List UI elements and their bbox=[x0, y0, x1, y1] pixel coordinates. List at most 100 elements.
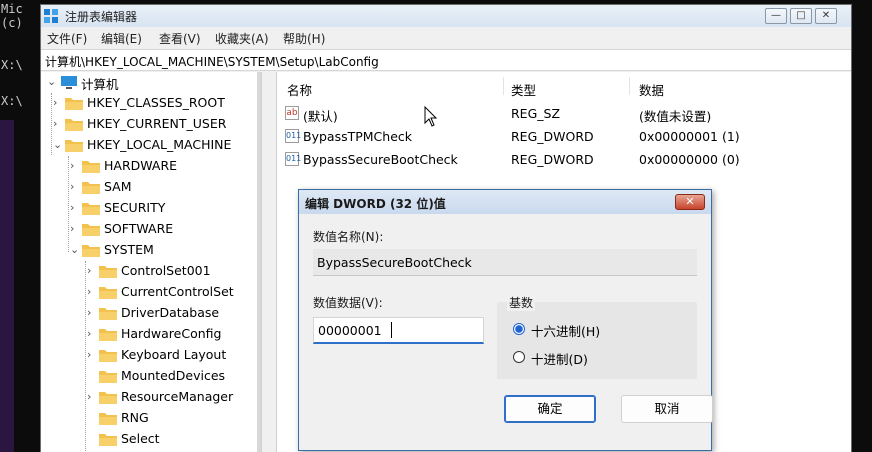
tree-item[interactable]: RNG bbox=[41, 408, 257, 429]
dialog-close-button[interactable]: ✕ bbox=[675, 194, 705, 210]
menu-favorites[interactable]: 收藏夹(A) bbox=[215, 30, 269, 47]
console-line: X:\ bbox=[1, 58, 23, 72]
base-groupbox: 基数 十六进制(H) 十进制(D) bbox=[497, 294, 697, 379]
folder-icon bbox=[99, 287, 117, 299]
tree-label: SECURITY bbox=[104, 200, 166, 215]
tree-item[interactable]: › HKEY_CURRENT_USER bbox=[41, 114, 257, 135]
chevron-right-icon[interactable]: › bbox=[87, 264, 97, 277]
chevron-right-icon[interactable]: › bbox=[87, 306, 97, 319]
address-bar[interactable]: 计算机\HKEY_LOCAL_MACHINE\SYSTEM\Setup\LabC… bbox=[41, 49, 851, 71]
dialog-title-bar[interactable]: 编辑 DWORD (32 位)值 ✕ bbox=[299, 190, 711, 214]
base-label: 基数 bbox=[507, 294, 536, 311]
chevron-right-icon[interactable]: › bbox=[70, 201, 80, 214]
tree-label: HARDWARE bbox=[104, 158, 178, 173]
tree-label: HKEY_CLASSES_ROOT bbox=[87, 95, 225, 110]
tree-label: ResourceManager bbox=[121, 389, 234, 404]
ok-button[interactable]: 确定 bbox=[504, 395, 596, 423]
tree-label: SAM bbox=[104, 179, 132, 194]
folder-icon bbox=[99, 413, 117, 425]
chevron-down-icon[interactable]: ⌄ bbox=[47, 75, 57, 88]
chevron-down-icon[interactable]: ⌄ bbox=[70, 243, 80, 256]
tree-label: Select bbox=[121, 431, 160, 446]
chevron-down-icon[interactable]: ⌄ bbox=[53, 138, 63, 151]
tree-label: HKEY_LOCAL_MACHINE bbox=[87, 137, 232, 152]
column-separator[interactable] bbox=[503, 77, 504, 95]
tree-label: CurrentControlSet bbox=[121, 284, 234, 299]
mouse-cursor-icon bbox=[424, 106, 438, 127]
tree-label: SOFTWARE bbox=[104, 221, 174, 236]
chevron-right-icon[interactable]: › bbox=[87, 348, 97, 361]
folder-icon bbox=[65, 119, 83, 131]
value-data-label: 数值数据(V): bbox=[313, 296, 383, 310]
tree-item[interactable]: ⌄ SYSTEM bbox=[41, 240, 257, 261]
value-data-input[interactable]: 00000001 bbox=[313, 317, 484, 344]
radio-hex-indicator[interactable] bbox=[513, 323, 525, 335]
tree-item[interactable]: MountedDevices bbox=[41, 366, 257, 387]
minimize-button[interactable]: — bbox=[765, 8, 787, 24]
tree-item[interactable]: › SECURITY bbox=[41, 198, 257, 219]
desktop-strip bbox=[0, 120, 14, 452]
column-separator[interactable] bbox=[629, 77, 630, 95]
value-name-field: BypassSecureBootCheck bbox=[313, 249, 697, 276]
radio-hex-label[interactable]: 十六进制(H) bbox=[531, 321, 600, 340]
tree-item[interactable]: › HardwareConfig bbox=[41, 324, 257, 345]
tree-item[interactable]: ⌄ HKEY_LOCAL_MACHINE bbox=[41, 135, 257, 156]
dword-value-icon: 011 bbox=[285, 129, 301, 143]
folder-icon bbox=[99, 329, 117, 341]
edit-dword-dialog: 编辑 DWORD (32 位)值 ✕ 数值名称(N): BypassSecure… bbox=[298, 189, 713, 451]
tree-label: DriverDatabase bbox=[121, 305, 220, 320]
tree-item[interactable]: › ControlSet001 bbox=[41, 261, 257, 282]
tree-item[interactable]: › HKEY_CLASSES_ROOT bbox=[41, 93, 257, 114]
maximize-button[interactable]: □ bbox=[790, 8, 812, 24]
chevron-right-icon[interactable]: › bbox=[70, 222, 80, 235]
column-header-name[interactable]: 名称 bbox=[287, 80, 312, 99]
folder-icon bbox=[82, 224, 100, 236]
folder-icon bbox=[82, 161, 100, 173]
tree-item[interactable]: › CurrentControlSet bbox=[41, 282, 257, 303]
folder-icon bbox=[82, 245, 100, 257]
tree-label: Keyboard Layout bbox=[121, 347, 227, 362]
chevron-right-icon[interactable]: › bbox=[70, 159, 80, 172]
tree-item[interactable]: Select bbox=[41, 429, 257, 450]
value-data-text: 00000001 bbox=[318, 323, 382, 338]
chevron-right-icon[interactable]: › bbox=[87, 390, 97, 403]
folder-icon bbox=[82, 203, 100, 215]
folder-icon bbox=[99, 308, 117, 320]
tree-item[interactable]: › SOFTWARE bbox=[41, 219, 257, 240]
tree-item[interactable]: › SAM bbox=[41, 177, 257, 198]
registry-tree: ⌄ 计算机 › HKEY_CLASSES_ROOT › HKEY_CURRENT_US… bbox=[41, 72, 257, 452]
column-header-data[interactable]: 数据 bbox=[639, 80, 664, 99]
chevron-right-icon[interactable]: › bbox=[53, 117, 63, 130]
column-header-type[interactable]: 类型 bbox=[511, 80, 536, 99]
tree-label: HardwareConfig bbox=[121, 326, 222, 341]
menu-view[interactable]: 查看(V) bbox=[159, 30, 201, 47]
menu-edit[interactable]: 编辑(E) bbox=[101, 30, 142, 47]
chevron-right-icon[interactable]: › bbox=[70, 180, 80, 193]
pane-splitter[interactable] bbox=[261, 72, 277, 452]
dword-value-icon: 011 bbox=[285, 152, 301, 166]
value-name-text: BypassSecureBootCheck bbox=[317, 255, 472, 270]
value-name-label: 数值名称(N): bbox=[313, 230, 384, 244]
tree-item[interactable]: › HARDWARE bbox=[41, 156, 257, 177]
window-title: 注册表编辑器 bbox=[65, 10, 138, 24]
value-type: REG_DWORD bbox=[511, 129, 594, 144]
menu-bar: 文件(F) 编辑(E) 查看(V) 收藏夹(A) 帮助(H) bbox=[41, 27, 851, 47]
close-button[interactable]: ✕ bbox=[815, 8, 837, 24]
title-bar[interactable]: 注册表编辑器 — □ ✕ bbox=[41, 5, 851, 27]
chevron-right-icon[interactable]: › bbox=[53, 96, 63, 109]
folder-icon bbox=[99, 434, 117, 446]
tree-label: SYSTEM bbox=[104, 242, 154, 257]
radio-dec-label[interactable]: 十进制(D) bbox=[531, 349, 588, 368]
radio-dec-indicator[interactable] bbox=[513, 351, 525, 363]
menu-help[interactable]: 帮助(H) bbox=[283, 30, 325, 47]
folder-icon bbox=[99, 371, 117, 383]
folder-icon bbox=[65, 140, 83, 152]
tree-item[interactable]: › Keyboard Layout bbox=[41, 345, 257, 366]
menu-file[interactable]: 文件(F) bbox=[47, 30, 87, 47]
tree-item[interactable]: › DriverDatabase bbox=[41, 303, 257, 324]
tree-label: ControlSet001 bbox=[121, 263, 211, 278]
chevron-right-icon[interactable]: › bbox=[87, 327, 97, 340]
chevron-right-icon[interactable]: › bbox=[87, 285, 97, 298]
cancel-button[interactable]: 取消 bbox=[621, 395, 713, 423]
tree-item[interactable]: › ResourceManager bbox=[41, 387, 257, 408]
